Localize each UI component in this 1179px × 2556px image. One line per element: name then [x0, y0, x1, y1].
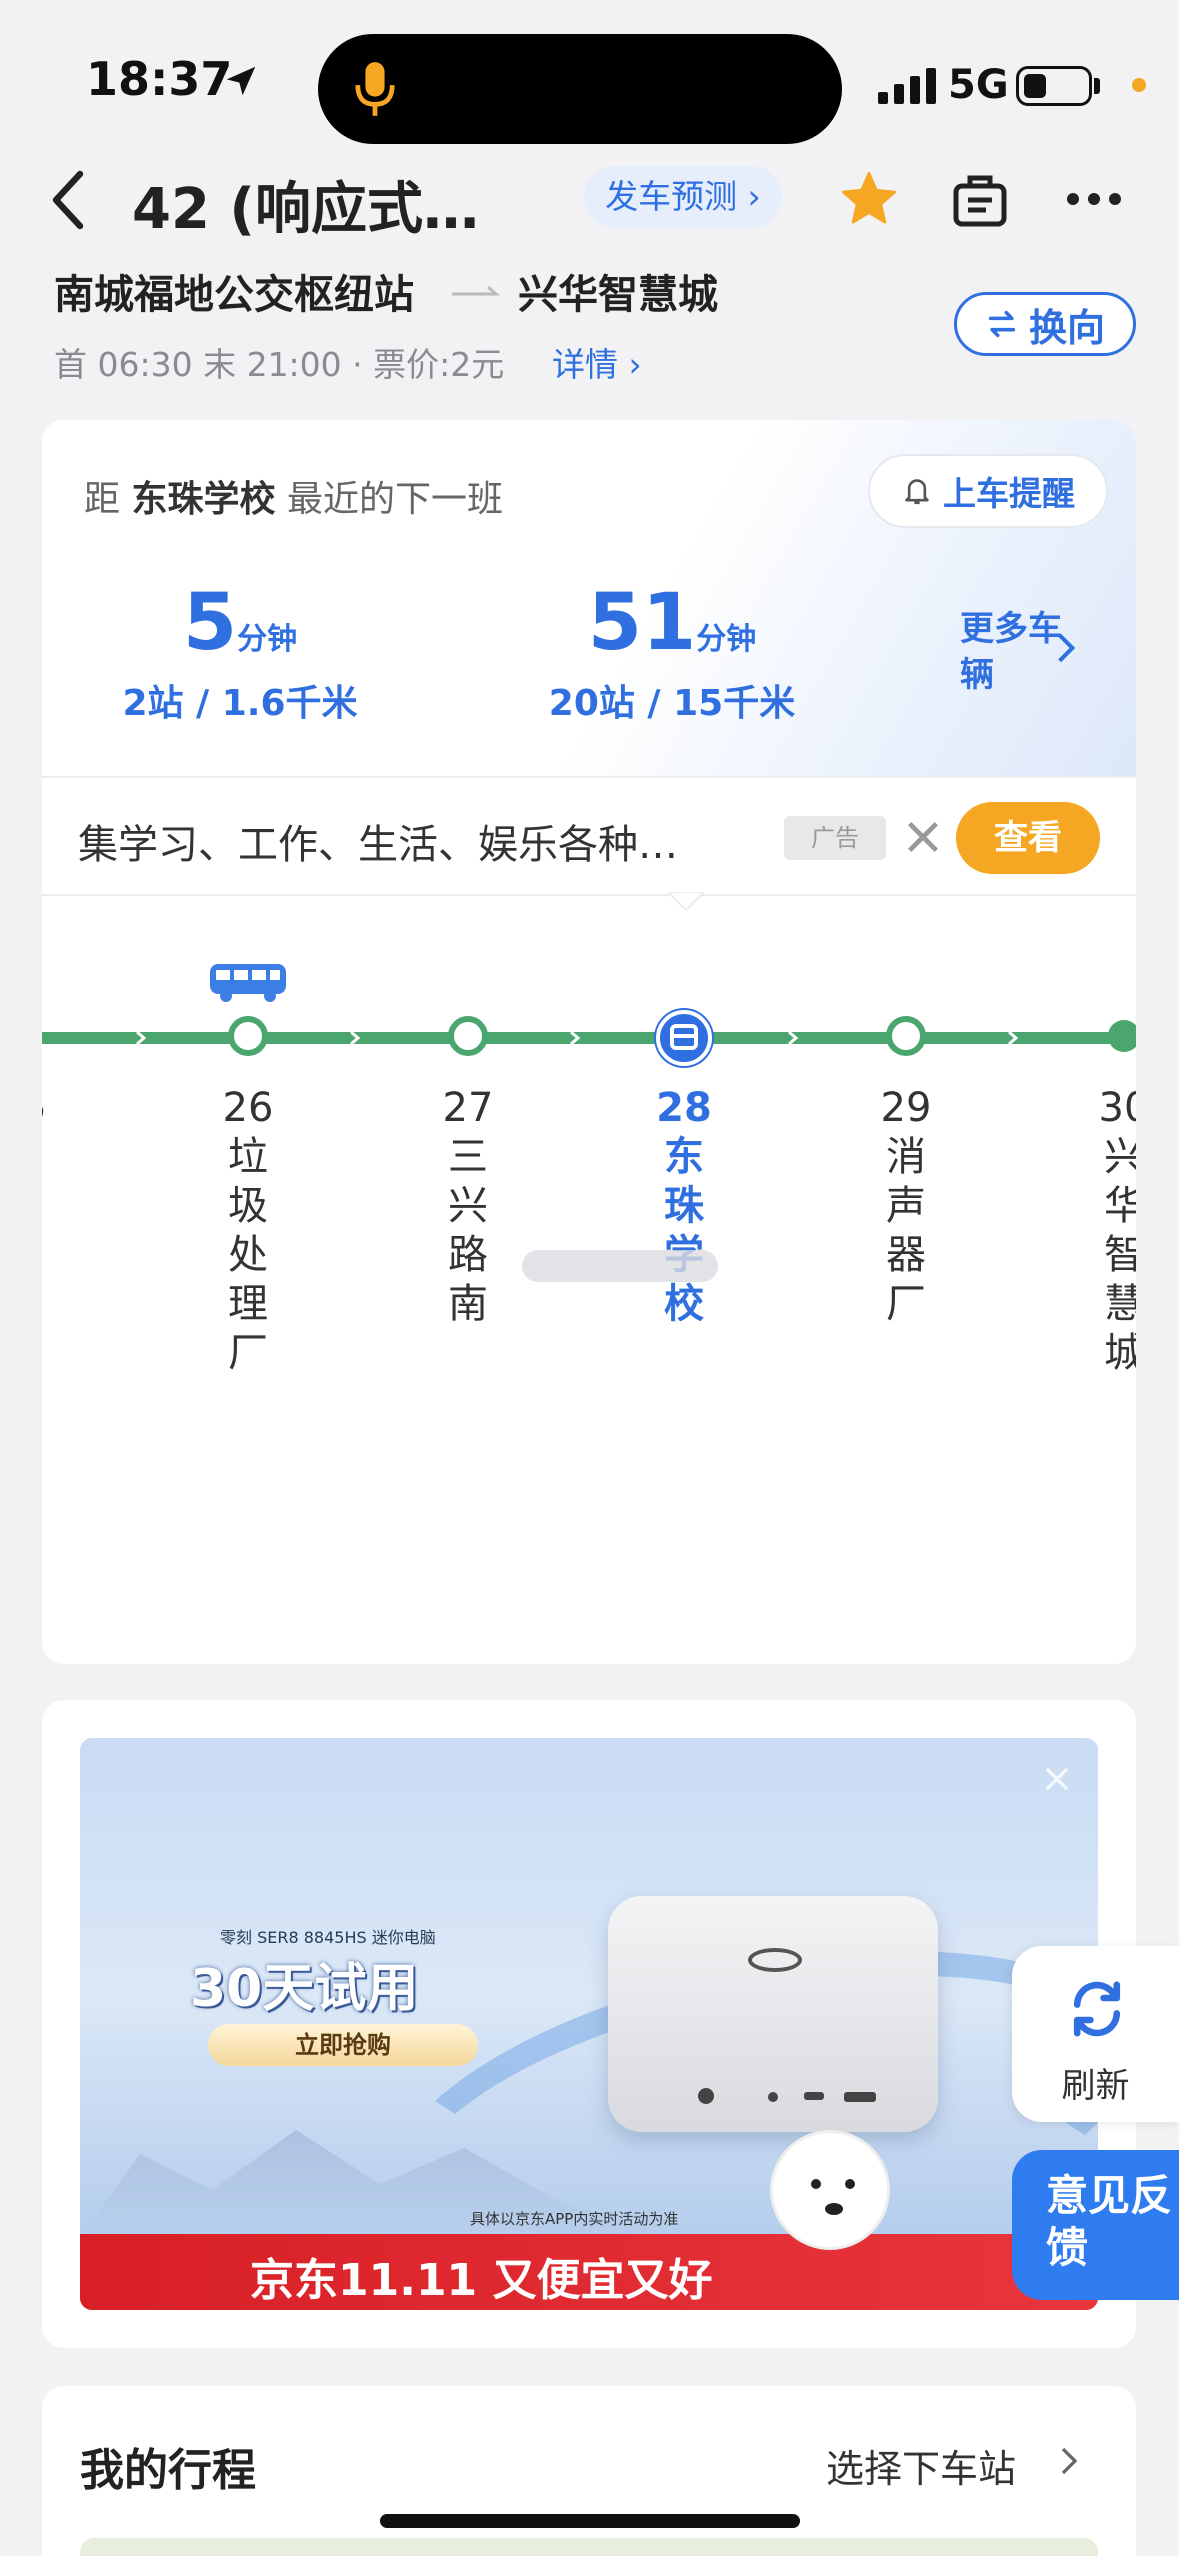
refresh-label: 刷新	[1061, 2066, 1130, 2106]
stop-marker-29[interactable]	[886, 1016, 926, 1056]
promo-banner[interactable]: 零刻 SER8 8845HS 迷你电脑 30天试用 立即抢购 具体以京东APP内…	[80, 1738, 1098, 2310]
current-stop-marker[interactable]	[656, 1010, 712, 1066]
refresh-icon	[1073, 1981, 1121, 2037]
stop-label-27[interactable]: 27 三兴路南	[428, 1084, 508, 1329]
stop-marker-27[interactable]	[448, 1016, 488, 1056]
stop-marker-26[interactable]	[228, 1016, 268, 1056]
mini-pc-image	[608, 1896, 938, 2132]
stop-label-29[interactable]: 29 消声器厂	[866, 1084, 946, 1329]
swap-icon	[988, 310, 1016, 338]
overlay-app-icons	[522, 1250, 718, 1282]
banner-disclaimer: 具体以京东APP内实时活动为准	[470, 2210, 679, 2228]
route-direction-icon	[350, 1030, 361, 1046]
route-direction-icon	[788, 1030, 799, 1046]
route-direction-icon	[570, 1030, 581, 1046]
battery-icon	[1016, 66, 1092, 106]
bus-eta-2: 51分钟 20站 / 15千米	[548, 578, 796, 724]
briefcase-icon[interactable]	[950, 170, 1010, 230]
view-ad-button[interactable]: 查看	[956, 802, 1100, 874]
route-direction-icon	[136, 1030, 147, 1046]
trip-map-preview[interactable]	[80, 2538, 1098, 2556]
bell-icon	[905, 479, 929, 505]
signal-icon	[878, 68, 936, 104]
my-trip-title: 我的行程	[80, 2445, 256, 2496]
stop-label-26[interactable]: 26 垃圾处理厂	[208, 1084, 288, 1378]
depart-forecast-button[interactable]: 发车预测 ›	[584, 166, 782, 228]
microphone-icon	[355, 62, 395, 116]
buy-now-button[interactable]: 立即抢购	[208, 2024, 478, 2066]
more-icon[interactable]	[1066, 192, 1122, 206]
bus-icon	[210, 964, 286, 1002]
destination-stop: 兴华智慧城	[518, 272, 718, 318]
location-arrow-icon	[226, 66, 256, 96]
banner-product-name: 零刻 SER8 8845HS 迷你电脑	[220, 1928, 436, 1947]
ad-badge: 广告	[784, 816, 886, 860]
banner-card: 零刻 SER8 8845HS 迷你电脑 30天试用 立即抢购 具体以京东APP内…	[42, 1700, 1136, 2348]
next-bus-label: 距 东珠学校 最近的下一班	[84, 479, 503, 520]
close-icon[interactable]	[1040, 1762, 1074, 1796]
bus-eta-1: 5分钟 2站 / 1.6千米	[122, 578, 358, 724]
close-icon[interactable]	[904, 818, 942, 856]
ad-text: 集学习、工作、生活、娱乐各种…	[78, 822, 678, 868]
banner-slogan: 京东11.11 又便宜又好	[250, 2255, 713, 2306]
page-title: 42 (响应式…	[132, 177, 480, 242]
feedback-button[interactable]: 意见反馈	[1012, 2150, 1179, 2300]
favorite-star-icon[interactable]	[838, 168, 900, 230]
schedule-info: 首 06:30 末 21:00 · 票价:2元	[54, 345, 505, 384]
details-link[interactable]: 详情 ›	[552, 338, 642, 386]
reverse-label: 换向	[1028, 305, 1105, 350]
arrival-card: 距 东珠学校 最近的下一班 上车提醒 5分钟 2站 / 1.6千米 51分钟 2…	[42, 420, 1136, 1664]
stop-label-28-current[interactable]: 28东珠学校	[644, 1084, 724, 1329]
stop-marker-30[interactable]	[1108, 1020, 1136, 1052]
privacy-indicator-dot	[1132, 78, 1146, 92]
bus-stop-icon	[670, 1024, 698, 1050]
ad-pointer	[668, 892, 704, 912]
back-icon[interactable]	[48, 170, 88, 230]
route-line	[42, 1032, 1136, 1044]
my-trip-card: 我的行程 选择下车站	[42, 2386, 1136, 2556]
status-time: 18:37	[86, 52, 233, 106]
battery-cap	[1094, 78, 1100, 94]
refresh-button[interactable]: 刷新	[1012, 1946, 1179, 2122]
arrival-summary: 距 东珠学校 最近的下一班 上车提醒 5分钟 2站 / 1.6千米 51分钟 2…	[42, 420, 1136, 776]
stop-label-partial[interactable]: 5	[42, 1084, 74, 1133]
stop-label-30[interactable]: 30兴华智慧城	[1084, 1084, 1136, 1378]
inline-ad[interactable]: 集学习、工作、生活、娱乐各种… 广告 查看	[42, 776, 1136, 896]
home-indicator	[380, 2514, 800, 2528]
mascot-dog-icon	[770, 2130, 890, 2250]
boarding-reminder-button[interactable]: 上车提醒	[868, 454, 1108, 528]
choose-alight-stop-link[interactable]: 选择下车站	[826, 2438, 1016, 2493]
chevron-right-icon	[1061, 2447, 1078, 2475]
reverse-direction-button[interactable]: 换向	[954, 292, 1136, 356]
route-direction-icon	[1008, 1030, 1019, 1046]
network-type: 5G	[948, 62, 1009, 108]
chevron-right-icon	[1058, 633, 1076, 663]
banner-headline: 30天试用	[190, 1959, 419, 2019]
origin-stop: 南城福地公交枢纽站	[54, 272, 414, 318]
direction-arrow-icon	[452, 285, 500, 296]
